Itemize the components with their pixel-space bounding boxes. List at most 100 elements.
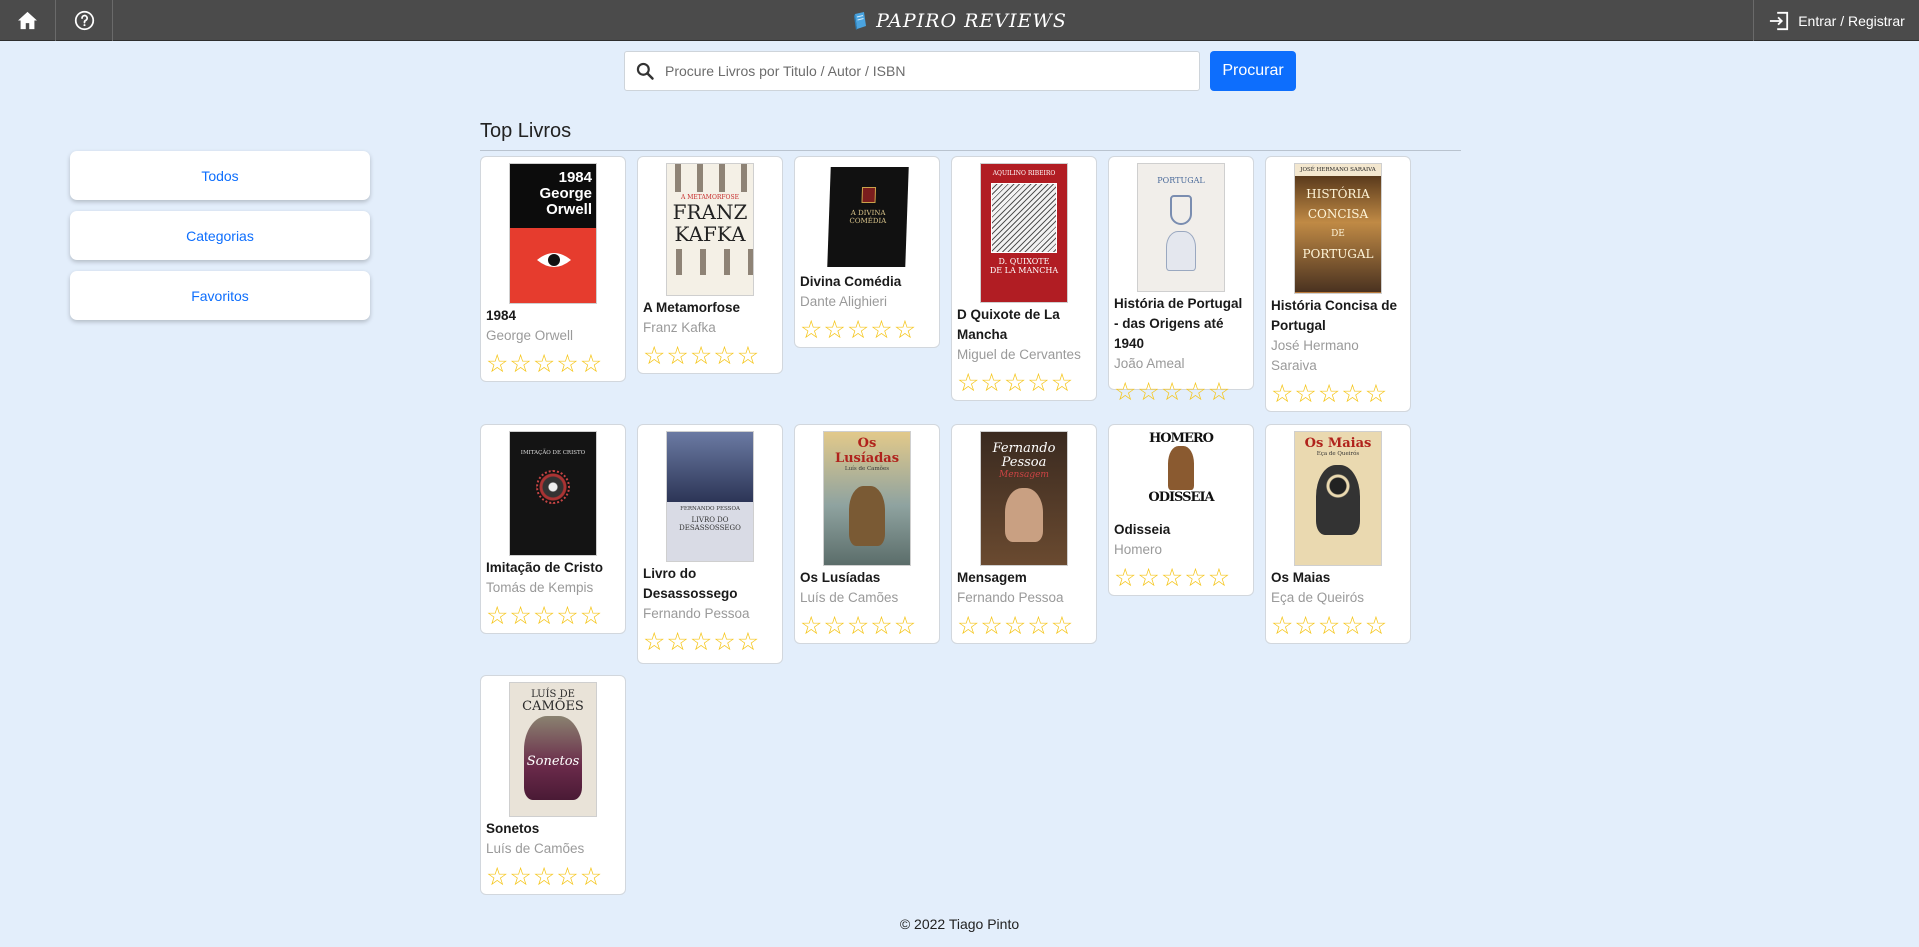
star-outline-icon[interactable]: ☆ bbox=[1208, 380, 1230, 405]
star-outline-icon[interactable]: ☆ bbox=[690, 630, 712, 655]
book-card[interactable]: IMITAÇÃO DE CRISTO Imitação de Cristo To… bbox=[480, 424, 626, 634]
book-title[interactable]: D Quixote de La Mancha bbox=[957, 305, 1091, 345]
star-outline-icon[interactable]: ☆ bbox=[486, 604, 508, 629]
star-outline-icon[interactable]: ☆ bbox=[580, 604, 602, 629]
star-outline-icon[interactable]: ☆ bbox=[690, 344, 712, 369]
sidebar-item-categorias[interactable]: Categorias bbox=[70, 211, 370, 260]
search-button[interactable]: Procurar bbox=[1210, 51, 1296, 91]
star-outline-icon[interactable]: ☆ bbox=[1004, 614, 1026, 639]
book-card[interactable]: A METAMORFOSE FRANZ KAFKA A Metamorfose … bbox=[637, 156, 783, 374]
star-outline-icon[interactable]: ☆ bbox=[800, 614, 822, 639]
book-title[interactable]: Mensagem bbox=[957, 568, 1091, 588]
book-title[interactable]: Sonetos bbox=[486, 819, 620, 839]
book-title[interactable]: A Metamorfose bbox=[643, 298, 777, 318]
star-outline-icon[interactable]: ☆ bbox=[1027, 371, 1049, 396]
star-outline-icon[interactable]: ☆ bbox=[1004, 371, 1026, 396]
sidebar-item-todos[interactable]: Todos bbox=[70, 151, 370, 200]
star-outline-icon[interactable]: ☆ bbox=[957, 371, 979, 396]
star-outline-icon[interactable]: ☆ bbox=[894, 614, 916, 639]
book-title[interactable]: Imitação de Cristo bbox=[486, 558, 620, 578]
book-card[interactable]: Os Lusíadas Luís de Camões Os Lusíadas L… bbox=[794, 424, 940, 644]
book-card[interactable]: LUÍS DE CAMÕES Sonetos Sonetos Luís de C… bbox=[480, 675, 626, 895]
home-button[interactable] bbox=[0, 0, 56, 41]
star-outline-icon[interactable]: ☆ bbox=[556, 604, 578, 629]
star-outline-icon[interactable]: ☆ bbox=[870, 318, 892, 343]
star-outline-icon[interactable]: ☆ bbox=[533, 865, 555, 890]
star-outline-icon[interactable]: ☆ bbox=[486, 865, 508, 890]
star-outline-icon[interactable]: ☆ bbox=[1051, 614, 1073, 639]
star-outline-icon[interactable]: ☆ bbox=[509, 865, 531, 890]
book-card[interactable]: Fernando Pessoa Mensagem Mensagem Fernan… bbox=[951, 424, 1097, 644]
star-outline-icon[interactable]: ☆ bbox=[533, 352, 555, 377]
help-button[interactable] bbox=[57, 0, 113, 41]
star-outline-icon[interactable]: ☆ bbox=[509, 604, 531, 629]
book-card[interactable]: JOSÉ HERMANO SARAIVA HISTÓRIA CONCISA DE… bbox=[1265, 156, 1411, 412]
star-outline-icon[interactable]: ☆ bbox=[556, 865, 578, 890]
star-outline-icon[interactable]: ☆ bbox=[666, 344, 688, 369]
star-outline-icon[interactable]: ☆ bbox=[1365, 614, 1387, 639]
star-outline-icon[interactable]: ☆ bbox=[800, 318, 822, 343]
book-card[interactable]: Os Maias Eça de Queirós Os Maias Eça de … bbox=[1265, 424, 1411, 644]
book-cover: IMITAÇÃO DE CRISTO bbox=[509, 431, 597, 556]
star-outline-icon[interactable]: ☆ bbox=[737, 630, 759, 655]
star-outline-icon[interactable]: ☆ bbox=[1184, 380, 1206, 405]
star-outline-icon[interactable]: ☆ bbox=[847, 318, 869, 343]
star-outline-icon[interactable]: ☆ bbox=[1114, 380, 1136, 405]
star-outline-icon[interactable]: ☆ bbox=[1137, 380, 1159, 405]
star-outline-icon[interactable]: ☆ bbox=[1318, 614, 1340, 639]
star-outline-icon[interactable]: ☆ bbox=[980, 614, 1002, 639]
star-outline-icon[interactable]: ☆ bbox=[643, 630, 665, 655]
book-title[interactable]: Livro do Desassossego bbox=[643, 564, 777, 604]
book-card[interactable]: PORTUGAL História de Portugal - das Orig… bbox=[1108, 156, 1254, 405]
book-card[interactable]: A DIVINA COMÉDIA Divina Comédia Dante Al… bbox=[794, 156, 940, 348]
book-title[interactable]: Divina Comédia bbox=[800, 272, 934, 292]
star-outline-icon[interactable]: ☆ bbox=[1114, 566, 1136, 591]
book-title[interactable]: História de Portugal - das Origens até 1… bbox=[1114, 294, 1248, 354]
star-outline-icon[interactable]: ☆ bbox=[847, 614, 869, 639]
book-title[interactable]: Odisseia bbox=[1114, 520, 1248, 540]
book-card[interactable]: AQUILINO RIBEIRO D. QUIXOTE DE LA MANCHA… bbox=[951, 156, 1097, 401]
star-outline-icon[interactable]: ☆ bbox=[1341, 382, 1363, 407]
star-outline-icon[interactable]: ☆ bbox=[643, 344, 665, 369]
star-outline-icon[interactable]: ☆ bbox=[823, 318, 845, 343]
book-title[interactable]: Os Lusíadas bbox=[800, 568, 934, 588]
star-outline-icon[interactable]: ☆ bbox=[666, 630, 688, 655]
star-outline-icon[interactable]: ☆ bbox=[1161, 566, 1183, 591]
star-outline-icon[interactable]: ☆ bbox=[580, 352, 602, 377]
book-title[interactable]: Os Maias bbox=[1271, 568, 1405, 588]
star-outline-icon[interactable]: ☆ bbox=[486, 352, 508, 377]
star-outline-icon[interactable]: ☆ bbox=[870, 614, 892, 639]
star-outline-icon[interactable]: ☆ bbox=[556, 352, 578, 377]
book-card[interactable]: HOMERO ODISSEIA Odisseia Homero ☆ ☆ ☆ ☆ ☆ bbox=[1108, 424, 1254, 596]
star-outline-icon[interactable]: ☆ bbox=[533, 604, 555, 629]
star-outline-icon[interactable]: ☆ bbox=[713, 344, 735, 369]
star-outline-icon[interactable]: ☆ bbox=[1184, 566, 1206, 591]
star-outline-icon[interactable]: ☆ bbox=[737, 344, 759, 369]
star-outline-icon[interactable]: ☆ bbox=[1294, 382, 1316, 407]
star-outline-icon[interactable]: ☆ bbox=[1318, 382, 1340, 407]
star-outline-icon[interactable]: ☆ bbox=[1365, 382, 1387, 407]
star-outline-icon[interactable]: ☆ bbox=[1294, 614, 1316, 639]
star-outline-icon[interactable]: ☆ bbox=[980, 371, 1002, 396]
star-outline-icon[interactable]: ☆ bbox=[1051, 371, 1073, 396]
star-outline-icon[interactable]: ☆ bbox=[713, 630, 735, 655]
star-outline-icon[interactable]: ☆ bbox=[957, 614, 979, 639]
star-outline-icon[interactable]: ☆ bbox=[1271, 382, 1293, 407]
star-outline-icon[interactable]: ☆ bbox=[1208, 566, 1230, 591]
star-outline-icon[interactable]: ☆ bbox=[580, 865, 602, 890]
star-outline-icon[interactable]: ☆ bbox=[509, 352, 531, 377]
book-title[interactable]: História Concisa de Portugal bbox=[1271, 296, 1405, 336]
star-outline-icon[interactable]: ☆ bbox=[1271, 614, 1293, 639]
star-outline-icon[interactable]: ☆ bbox=[894, 318, 916, 343]
book-card[interactable]: 1984 George Orwell 1984 George Orwell ☆ ☆… bbox=[480, 156, 626, 382]
star-outline-icon[interactable]: ☆ bbox=[1161, 380, 1183, 405]
book-card[interactable]: FERNANDO PESSOA LIVRO DO DESASSOSSEGO Li… bbox=[637, 424, 783, 664]
search-input[interactable] bbox=[665, 53, 1199, 89]
star-outline-icon[interactable]: ☆ bbox=[1341, 614, 1363, 639]
login-register-button[interactable]: Entrar / Registrar bbox=[1753, 0, 1919, 41]
star-outline-icon[interactable]: ☆ bbox=[1027, 614, 1049, 639]
star-outline-icon[interactable]: ☆ bbox=[823, 614, 845, 639]
star-outline-icon[interactable]: ☆ bbox=[1137, 566, 1159, 591]
book-title[interactable]: 1984 bbox=[486, 306, 620, 326]
sidebar-item-favoritos[interactable]: Favoritos bbox=[70, 271, 370, 320]
